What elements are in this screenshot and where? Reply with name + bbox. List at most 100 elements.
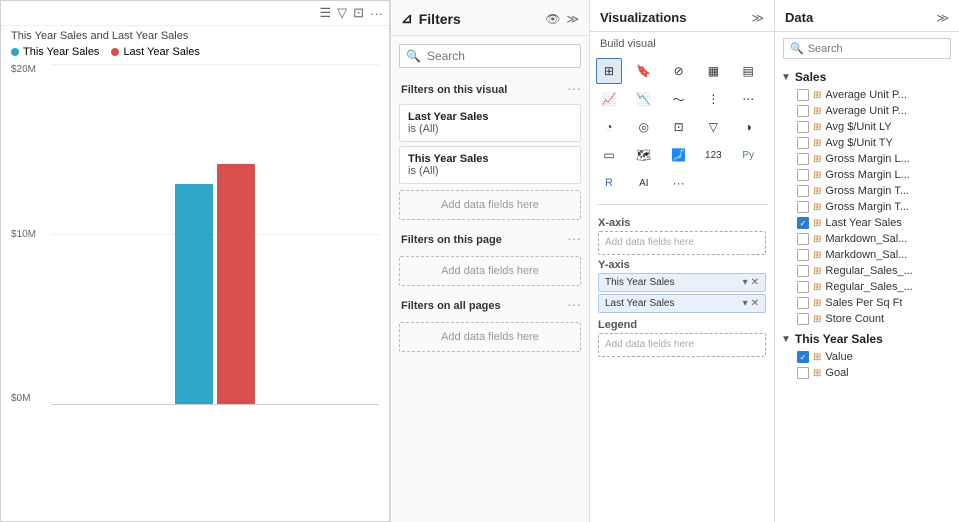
viz-icon-bar[interactable]: ▦	[700, 58, 726, 84]
viz-icon-chart1[interactable]: ⊘	[666, 58, 692, 84]
tree-item-markdown-0[interactable]: ⊞ Markdown_Sal...	[775, 231, 959, 247]
add-fields-all-pages-btn[interactable]: Add data fields here	[399, 322, 581, 352]
tree-item-gross-margin-0[interactable]: ⊞ Gross Margin L...	[775, 151, 959, 167]
viz-icon-map[interactable]: 🗺	[631, 142, 657, 168]
y-label-20m: $20M	[11, 64, 36, 75]
viz-icon-123[interactable]: 123	[700, 142, 726, 168]
tree-icon-sales-per-sq-ft: ⊞	[813, 298, 821, 309]
tree-icon-gross-margin-t0: ⊞	[813, 186, 821, 197]
tree-checkbox-avg-unit-0[interactable]	[797, 89, 809, 101]
tree-item-avg-unit-ty[interactable]: ⊞ Avg $/Unit TY	[775, 135, 959, 151]
tree-checkbox-avg-unit-ly[interactable]	[797, 121, 809, 133]
tree-checkbox-sales-per-sq-ft[interactable]	[797, 297, 809, 309]
filters-page-dots[interactable]: ···	[567, 230, 589, 246]
chip-1-dropdown-icon[interactable]: ▾	[743, 298, 748, 309]
filter-card-this-year[interactable]: This Year Sales is (All)	[399, 146, 581, 184]
tree-item-goal[interactable]: ⊞ Goal	[775, 365, 959, 381]
viz-icon-waterfall[interactable]: ⋮	[700, 86, 726, 112]
tree-group-this-year-header[interactable]: ▼ This Year Sales	[775, 329, 959, 349]
tree-item-regular-0[interactable]: ⊞ Regular_Sales_...	[775, 263, 959, 279]
expand-filters-icon[interactable]: ≫	[566, 12, 579, 26]
filters-visual-dots[interactable]: ···	[567, 80, 589, 96]
expand-icon[interactable]: ⊡	[353, 5, 364, 21]
tree-item-avg-unit-ly[interactable]: ⊞ Avg $/Unit LY	[775, 119, 959, 135]
viz-icon-treemap[interactable]: ⊡	[666, 114, 692, 140]
viz-icon-r[interactable]: R	[596, 170, 622, 196]
viz-icon-ribbon[interactable]: 〜	[666, 86, 692, 112]
tree-item-value[interactable]: ✓ ⊞ Value	[775, 349, 959, 365]
tree-checkbox-gross-margin-t0[interactable]	[797, 185, 809, 197]
viz-icon-filled-map[interactable]: 🗾	[666, 142, 692, 168]
tree-text-markdown-0: Markdown_Sal...	[825, 233, 907, 245]
tree-item-regular-1[interactable]: ⊞ Regular_Sales_...	[775, 279, 959, 295]
filters-all-pages-label: Filters on all pages	[391, 292, 511, 316]
tree-checkbox-avg-unit-1[interactable]	[797, 105, 809, 117]
tree-checkbox-regular-1[interactable]	[797, 281, 809, 293]
tree-checkbox-markdown-1[interactable]	[797, 249, 809, 261]
viz-icon-gauge[interactable]: ◑	[735, 114, 761, 140]
viz-icon-py[interactable]: Py	[735, 142, 761, 168]
legend-item-last-year: Last Year Sales	[111, 46, 199, 58]
viz-legend-box[interactable]: Add data fields here	[598, 333, 766, 357]
viz-header-icons: ≫	[751, 11, 764, 25]
tree-item-last-year-sales[interactable]: ✓ ⊞ Last Year Sales	[775, 215, 959, 231]
tree-item-avg-unit-0[interactable]: ⊞ Average Unit P...	[775, 87, 959, 103]
filters-search-input[interactable]	[427, 49, 574, 63]
tree-checkbox-store-count[interactable]	[797, 313, 809, 325]
viz-icon-matrix[interactable]: 🔖	[631, 58, 657, 84]
filters-on-all-pages-section: Filters on all pages ··· Add data fields…	[391, 292, 589, 352]
viz-xaxis-box[interactable]: Add data fields here	[598, 231, 766, 255]
chip-1-remove-icon[interactable]: ✕	[751, 298, 759, 309]
tree-item-sales-per-sq-ft[interactable]: ⊞ Sales Per Sq Ft	[775, 295, 959, 311]
viz-icon-donut[interactable]: ◎	[631, 114, 657, 140]
viz-icon-ai[interactable]: AI	[631, 170, 657, 196]
add-fields-visual-btn[interactable]: Add data fields here	[399, 190, 581, 220]
viz-yaxis-chip-1-text: Last Year Sales	[605, 298, 675, 309]
tree-checkbox-markdown-0[interactable]	[797, 233, 809, 245]
add-fields-page-btn[interactable]: Add data fields here	[399, 256, 581, 286]
tree-checkbox-gross-margin-1[interactable]	[797, 169, 809, 181]
filters-search-box[interactable]: 🔍	[399, 44, 581, 68]
viz-icon-scatter[interactable]: ⋯	[735, 86, 761, 112]
tree-item-markdown-1[interactable]: ⊞ Markdown_Sal...	[775, 247, 959, 263]
viz-icon-line[interactable]: 📈	[596, 86, 622, 112]
viz-expand-icon[interactable]: ≫	[751, 11, 764, 25]
tree-item-store-count[interactable]: ⊞ Store Count	[775, 311, 959, 327]
viz-icon-table[interactable]: ⊞	[596, 58, 622, 84]
tree-item-gross-margin-t0[interactable]: ⊞ Gross Margin T...	[775, 183, 959, 199]
tree-checkbox-value[interactable]: ✓	[797, 351, 809, 363]
filters-all-pages-dots[interactable]: ···	[567, 296, 589, 312]
viz-icon-pie[interactable]: ◔	[596, 114, 622, 140]
viz-icon-col[interactable]: ▤	[735, 58, 761, 84]
tree-text-avg-unit-0: Average Unit P...	[825, 89, 907, 101]
tree-item-avg-unit-1[interactable]: ⊞ Average Unit P...	[775, 103, 959, 119]
viz-icon-card[interactable]: ▭	[596, 142, 622, 168]
legend-item-this-year: This Year Sales	[11, 46, 99, 58]
menu-icon[interactable]: ☰	[319, 5, 331, 21]
data-search-input[interactable]	[808, 43, 944, 55]
viz-icon-area[interactable]: 📉	[631, 86, 657, 112]
filter-card-last-year-name: Last Year Sales	[408, 111, 572, 123]
tree-checkbox-goal[interactable]	[797, 367, 809, 379]
legend-label-this-year: This Year Sales	[23, 46, 99, 58]
chip-dropdown-icon[interactable]: ▾	[743, 277, 748, 288]
more-icon[interactable]: ···	[370, 6, 383, 21]
data-expand-icon[interactable]: ≫	[936, 11, 949, 25]
eye-icon[interactable]: 👁	[545, 12, 560, 26]
tree-checkbox-gross-margin-0[interactable]	[797, 153, 809, 165]
tree-item-gross-margin-1[interactable]: ⊞ Gross Margin L...	[775, 167, 959, 183]
tree-item-gross-margin-t1[interactable]: ⊞ Gross Margin T...	[775, 199, 959, 215]
tree-checkbox-gross-margin-t1[interactable]	[797, 201, 809, 213]
viz-yaxis-chip-1[interactable]: Last Year Sales ▾ ✕	[598, 294, 766, 313]
viz-icon-funnel[interactable]: ▽	[700, 114, 726, 140]
tree-checkbox-avg-unit-ty[interactable]	[797, 137, 809, 149]
tree-checkbox-last-year-sales[interactable]: ✓	[797, 217, 809, 229]
chip-remove-icon[interactable]: ✕	[751, 277, 759, 288]
viz-icon-more[interactable]: ···	[666, 170, 692, 196]
data-search-box[interactable]: 🔍	[783, 38, 951, 59]
viz-yaxis-chip-0[interactable]: This Year Sales ▾ ✕	[598, 273, 766, 292]
tree-group-sales-header[interactable]: ▼ Sales	[775, 67, 959, 87]
filter-card-last-year[interactable]: Last Year Sales is (All)	[399, 104, 581, 142]
tree-checkbox-regular-0[interactable]	[797, 265, 809, 277]
filter-icon[interactable]: ▽	[337, 5, 347, 21]
